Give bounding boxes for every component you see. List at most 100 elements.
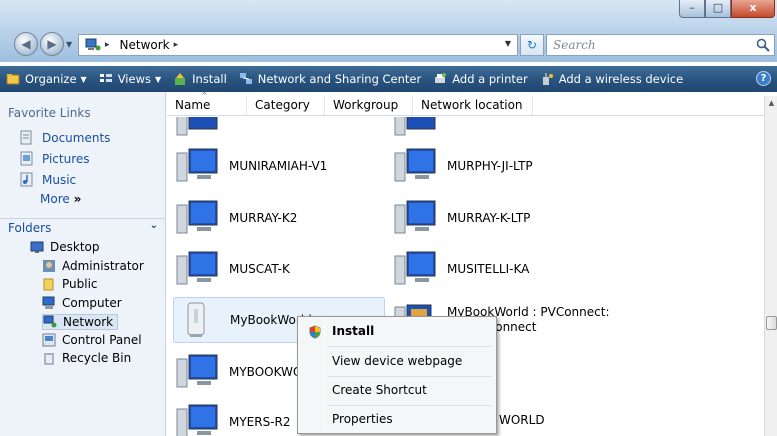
list-item[interactable] <box>175 117 229 141</box>
vertical-scrollbar[interactable]: ▲ <box>764 96 777 436</box>
storage-device-icon <box>187 302 205 337</box>
favorite-music[interactable]: Music <box>20 172 76 187</box>
folders-header[interactable]: Folders ⌄ <box>0 218 166 236</box>
tree-item-public[interactable]: Public <box>42 277 98 291</box>
address-dropdown-icon[interactable]: ▼ <box>505 39 511 48</box>
minimize-button[interactable]: – <box>679 0 705 18</box>
scroll-up-icon[interactable]: ▲ <box>765 96 777 110</box>
computer-icon <box>176 404 218 436</box>
menu-separator <box>328 346 492 347</box>
tree-label: Computer <box>62 296 122 310</box>
uac-shield-icon <box>309 325 321 339</box>
favorite-pictures[interactable]: Pictures <box>20 151 90 166</box>
search-input[interactable]: Search <box>546 34 775 56</box>
recent-pages-chevron-icon[interactable]: ▼ <box>66 40 72 49</box>
double-chevron-icon: » <box>73 192 82 206</box>
navigation-pane: Favorite Links Documents Pictures Music … <box>0 92 166 436</box>
tree-label: Desktop <box>50 240 100 254</box>
column-network-location[interactable]: Network location <box>413 96 533 115</box>
list-item[interactable]: MURPHY-JI-LTP <box>393 147 533 185</box>
tree-label: Network <box>63 315 114 329</box>
title-bar: – □ x ◀ ▶ ▼ ▸ Network ▸ ▼ ↻ Search <box>0 0 777 62</box>
sort-arrow-icon: ^ <box>201 91 208 100</box>
list-item[interactable] <box>393 117 447 141</box>
computer-icon <box>42 296 55 309</box>
views-button[interactable]: Views ▼ <box>93 66 167 92</box>
favorite-links-title: Favorite Links <box>8 106 91 120</box>
menu-item-view-webpage[interactable]: View device webpage <box>300 350 494 372</box>
breadcrumb-arrow-icon[interactable]: ▸ <box>105 40 110 50</box>
organize-label: Organize <box>25 72 77 86</box>
install-button[interactable]: Install <box>167 66 233 92</box>
column-label: Name <box>175 98 211 112</box>
computer-icon <box>176 148 218 182</box>
computer-icon <box>176 200 218 234</box>
column-workgroup[interactable]: Workgroup <box>325 96 413 115</box>
organize-button[interactable]: Organize ▼ <box>0 66 93 92</box>
back-button[interactable]: ◀ <box>14 32 38 56</box>
column-category[interactable]: Category <box>247 96 325 115</box>
scroll-thumb[interactable] <box>766 316 777 330</box>
tree-item-desktop[interactable]: Desktop <box>30 240 100 254</box>
menu-separator <box>328 376 492 377</box>
tree-label: Public <box>62 277 98 291</box>
refresh-button[interactable]: ↻ <box>520 34 544 56</box>
tree-item-network[interactable]: Network <box>42 314 119 330</box>
list-item[interactable]: MURRAY-K-LTP <box>393 199 530 237</box>
network-icon <box>43 315 57 328</box>
computer-icon <box>394 117 436 136</box>
breadcrumb-arrow-icon[interactable]: ▸ <box>174 40 179 50</box>
item-label: MYERS-R2 <box>229 415 291 429</box>
list-item[interactable]: MYERS-R2 <box>175 403 291 436</box>
computer-icon <box>176 117 218 136</box>
user-folder-icon <box>43 260 55 272</box>
add-printer-button[interactable]: Add a printer <box>427 66 533 92</box>
menu-item-create-shortcut[interactable]: Create Shortcut <box>300 379 494 401</box>
tree-item-control-panel[interactable]: Control Panel <box>42 333 142 347</box>
menu-item-properties[interactable]: Properties <box>300 408 494 430</box>
search-placeholder: Search <box>553 38 596 52</box>
tree-label: Control Panel <box>62 333 142 347</box>
maximize-button[interactable]: □ <box>705 0 731 18</box>
search-icon[interactable] <box>756 38 770 52</box>
menu-item-label: Properties <box>332 412 393 426</box>
context-menu: Install View device webpage Create Short… <box>297 316 497 434</box>
list-item[interactable]: MUSCAT-K <box>175 250 290 288</box>
item-label: MURPHY-JI-LTP <box>447 159 533 173</box>
tree-label: Administrator <box>62 259 144 273</box>
music-icon <box>20 172 33 187</box>
column-label: Category <box>255 98 310 112</box>
views-icon <box>99 74 112 82</box>
column-name[interactable]: ^ Name <box>167 91 247 115</box>
computer-icon <box>176 354 218 388</box>
wireless-device-icon <box>542 73 553 85</box>
menu-item-install[interactable]: Install <box>300 320 494 342</box>
item-label: MURRAY-K2 <box>229 211 298 225</box>
column-header: ^ Name Category Workgroup Network locati… <box>167 91 764 116</box>
tree-item-administrator[interactable]: Administrator <box>42 259 144 273</box>
install-label: Install <box>192 72 227 86</box>
close-button[interactable]: x <box>731 0 775 18</box>
command-bar: Organize ▼ Views ▼ Install Network and S… <box>0 66 777 92</box>
add-wireless-button[interactable]: Add a wireless device <box>534 66 689 92</box>
list-item[interactable]: MURRAY-K2 <box>175 199 297 237</box>
computer-icon <box>394 148 436 182</box>
list-item[interactable]: MUSITELLI-KA <box>393 250 529 288</box>
views-label: Views <box>117 72 151 86</box>
address-bar[interactable]: ▸ Network ▸ ▼ <box>78 34 518 56</box>
network-sharing-button[interactable]: Network and Sharing Center <box>233 66 427 92</box>
pictures-icon <box>20 151 33 166</box>
breadcrumb-network[interactable]: Network <box>120 38 170 52</box>
tree-item-recycle-bin[interactable]: Recycle Bin <box>42 351 131 365</box>
add-wireless-label: Add a wireless device <box>558 72 684 86</box>
organize-icon <box>6 74 20 85</box>
chevron-down-icon[interactable]: ⌄ <box>150 220 158 231</box>
more-favorites-link[interactable]: More » <box>40 192 81 206</box>
help-icon[interactable]: ? <box>756 71 771 86</box>
forward-button[interactable]: ▶ <box>40 32 64 56</box>
item-label: MUSITELLI-KA <box>447 262 530 276</box>
favorite-documents[interactable]: Documents <box>20 130 110 145</box>
tree-item-computer[interactable]: Computer <box>42 296 122 310</box>
list-item[interactable]: WORLD <box>499 413 545 427</box>
list-item[interactable]: MUNIRAMIAH-V1 <box>175 147 327 185</box>
